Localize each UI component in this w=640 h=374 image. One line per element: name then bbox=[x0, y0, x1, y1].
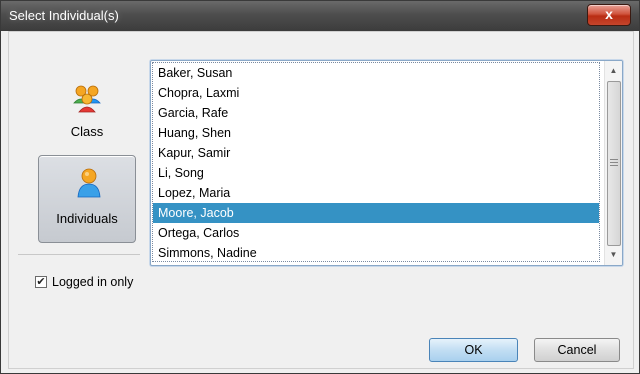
list-item[interactable]: Lopez, Maria bbox=[153, 183, 599, 203]
ok-button[interactable]: OK bbox=[429, 338, 518, 362]
class-mode-button[interactable]: Class bbox=[37, 72, 137, 162]
list-item[interactable]: Baker, Susan bbox=[153, 63, 599, 83]
divider bbox=[18, 254, 140, 255]
scroll-thumb[interactable] bbox=[607, 81, 621, 246]
individuals-mode-button[interactable]: Individuals bbox=[38, 155, 136, 243]
select-individuals-dialog: Select Individual(s) x Class Individuals… bbox=[0, 0, 640, 374]
class-group-icon bbox=[73, 85, 101, 113]
individuals-mode-label: Individuals bbox=[56, 211, 118, 226]
list-item[interactable]: Ortega, Carlos bbox=[153, 223, 599, 243]
close-icon: x bbox=[605, 6, 613, 22]
dialog-body: Class Individuals Baker, Susan Chopra, La… bbox=[8, 31, 634, 369]
individuals-list[interactable]: Baker, Susan Chopra, Laxmi Garcia, Rafe Hua… bbox=[150, 60, 623, 266]
list-item[interactable]: Moore, Jacob bbox=[153, 203, 599, 223]
vertical-scrollbar[interactable]: ▲ ▼ bbox=[604, 61, 622, 265]
list-item[interactable]: Garcia, Rafe bbox=[153, 103, 599, 123]
list-item[interactable]: Huang, Shen bbox=[153, 123, 599, 143]
list-item[interactable]: Simmons, Nadine bbox=[153, 243, 599, 263]
logged-in-only-label: Logged in only bbox=[52, 275, 134, 289]
scroll-up-arrow-icon[interactable]: ▲ bbox=[605, 63, 622, 79]
close-button[interactable]: x bbox=[587, 4, 631, 26]
list-item[interactable]: Chopra, Laxmi bbox=[153, 83, 599, 103]
class-mode-label: Class bbox=[70, 124, 104, 139]
list-item[interactable]: Kapur, Samir bbox=[153, 143, 599, 163]
title-bar[interactable]: Select Individual(s) x bbox=[1, 1, 639, 31]
dialog-title: Select Individual(s) bbox=[9, 8, 119, 23]
grip-icon bbox=[610, 159, 618, 166]
logged-in-only-checkbox[interactable]: ✔ bbox=[35, 276, 47, 288]
individual-person-icon bbox=[77, 168, 101, 198]
checkmark-icon: ✔ bbox=[36, 276, 46, 288]
cancel-button[interactable]: Cancel bbox=[534, 338, 620, 362]
list-item[interactable]: Li, Song bbox=[153, 163, 599, 183]
scroll-down-arrow-icon[interactable]: ▼ bbox=[605, 247, 622, 263]
